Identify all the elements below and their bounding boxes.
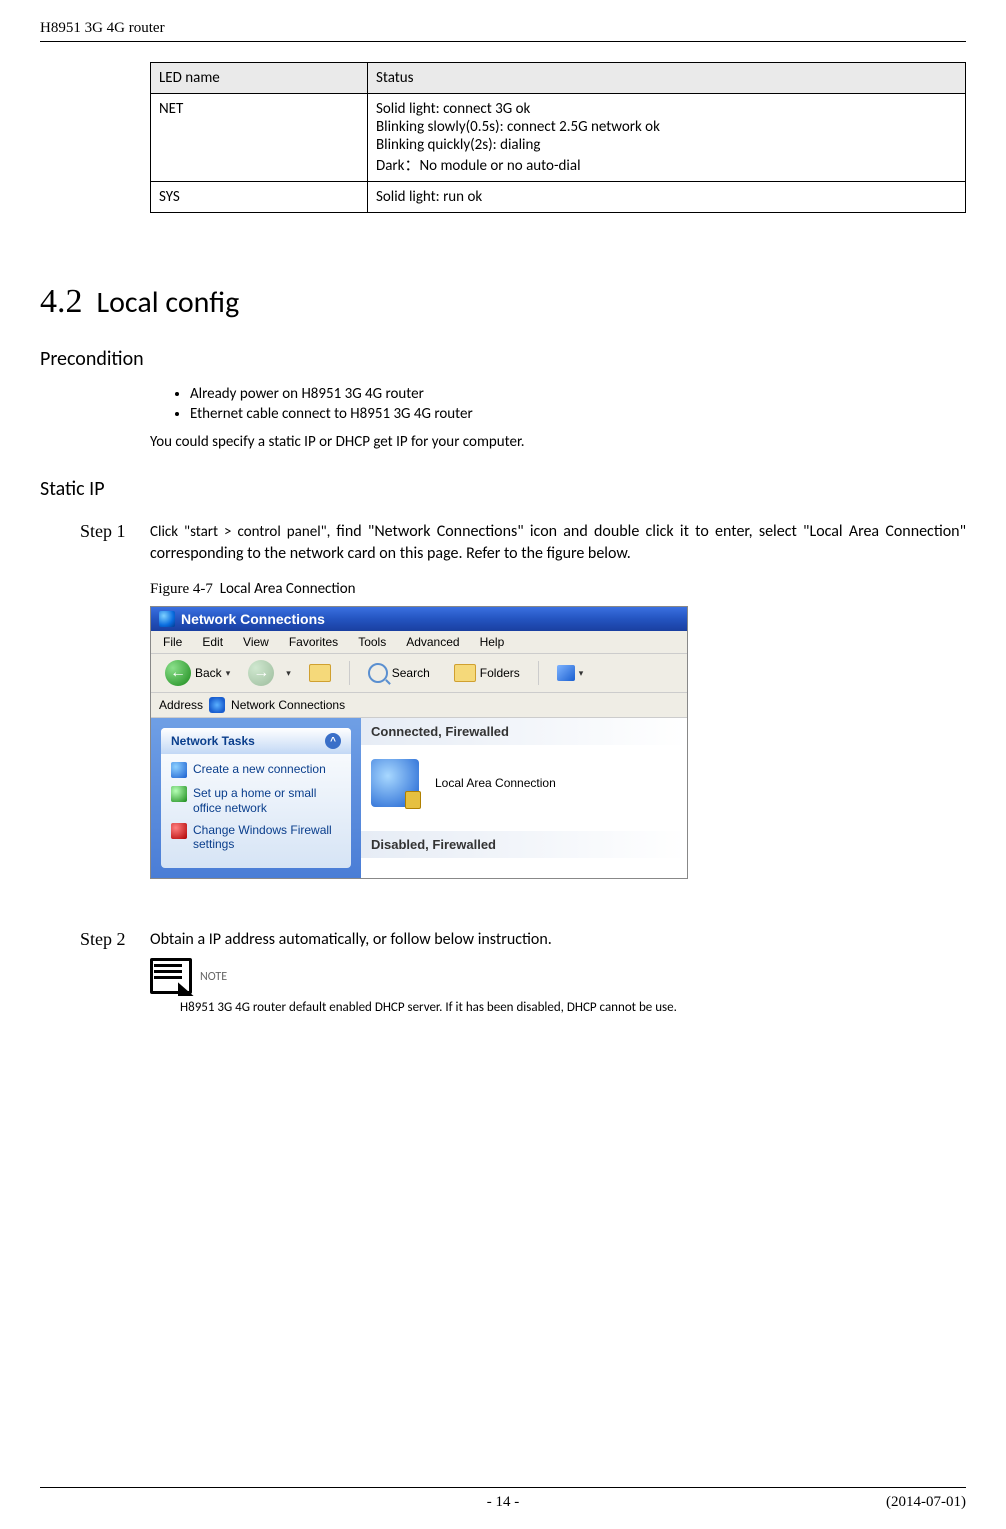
toolbar-separator xyxy=(349,661,350,685)
section-number: 4.2 xyxy=(40,283,83,321)
folder-icon xyxy=(454,664,476,682)
status-line: Blinking slowly(0.5s): connect 2.5G netw… xyxy=(376,118,957,136)
back-label: Back xyxy=(195,666,222,680)
menu-bar: File Edit View Favorites Tools Advanced … xyxy=(151,631,687,654)
td-status-sys: Solid light: run ok xyxy=(368,182,966,213)
section-heading: 4.2 Local config xyxy=(40,283,966,321)
static-ip-heading: Static IP xyxy=(40,477,966,501)
chevron-down-icon: ▾ xyxy=(286,668,291,679)
list-item: Ethernet cable connect to H8951 3G 4G ro… xyxy=(190,405,966,423)
figure-caption: Figure 4-7 Local Area Connection xyxy=(150,580,966,598)
task-setup-network[interactable]: Set up a home or small office network xyxy=(171,786,341,815)
wizard-icon xyxy=(171,762,187,778)
network-connections-window: Network Connections File Edit View Favor… xyxy=(150,606,688,879)
list-item: Already power on H8951 3G 4G router xyxy=(190,385,966,403)
menu-view[interactable]: View xyxy=(243,635,269,649)
connections-list: Connected, Firewalled Local Area Connect… xyxy=(361,718,687,878)
group-connected: Connected, Firewalled xyxy=(361,718,687,745)
footer-page-number: - 14 - xyxy=(40,1494,966,1511)
lan-label: Local Area Connection xyxy=(435,776,556,790)
chevron-down-icon: ▾ xyxy=(226,668,231,679)
window-titlebar[interactable]: Network Connections xyxy=(151,607,687,631)
views-icon xyxy=(557,665,575,681)
lan-icon xyxy=(371,759,419,807)
th-status: Status xyxy=(368,63,966,94)
menu-file[interactable]: File xyxy=(163,635,182,649)
search-icon xyxy=(368,663,388,683)
toolbar: ← Back ▾ → ▾ Search Folders xyxy=(151,654,687,693)
task-label: Create a new connection xyxy=(193,762,326,776)
address-icon xyxy=(209,697,225,713)
figure-label: Figure 4-7 xyxy=(150,581,213,597)
window-title: Network Connections xyxy=(181,611,325,627)
tasks-panel: Network Tasks ^ Create a new connection … xyxy=(151,718,361,878)
menu-favorites[interactable]: Favorites xyxy=(289,635,338,649)
task-label: Set up a home or small office network xyxy=(193,786,341,815)
task-firewall-settings[interactable]: Change Windows Firewall settings xyxy=(171,823,341,852)
collapse-icon[interactable]: ^ xyxy=(325,733,341,749)
address-value[interactable]: Network Connections xyxy=(231,698,345,712)
note-icon-box: NOTE xyxy=(150,958,966,996)
td-status-net: Solid light: connect 3G ok Blinking slow… xyxy=(368,94,966,182)
td-led-sys: SYS xyxy=(151,182,368,213)
page-footer: - 14 - (2014-07-01) xyxy=(40,1487,966,1511)
status-line: Solid light: connect 3G ok xyxy=(376,100,957,118)
status-line: Dark：No module or no auto-dial xyxy=(376,154,957,175)
menu-advanced[interactable]: Advanced xyxy=(406,635,459,649)
note-book-icon xyxy=(150,958,194,996)
td-led-net: NET xyxy=(151,94,368,182)
step1-label: Step 1 xyxy=(80,521,138,542)
th-led-name: LED name xyxy=(151,63,368,94)
local-area-connection-item[interactable]: Local Area Connection xyxy=(361,745,687,831)
group-disabled: Disabled, Firewalled xyxy=(361,831,687,858)
note-text: H8951 3G 4G router default enabled DHCP … xyxy=(180,1000,966,1015)
step2-body: Obtain a IP address automatically, or fo… xyxy=(150,929,552,951)
network-setup-icon xyxy=(171,786,187,802)
led-status-table: LED name Status NET Solid light: connect… xyxy=(150,62,966,213)
menu-tools[interactable]: Tools xyxy=(358,635,386,649)
section-title: Local config xyxy=(97,284,240,321)
forward-button[interactable]: → xyxy=(248,660,274,686)
folders-label: Folders xyxy=(480,666,520,680)
back-arrow-icon: ← xyxy=(165,660,191,686)
menu-help[interactable]: Help xyxy=(480,635,505,649)
chevron-down-icon: ▾ xyxy=(579,668,584,679)
up-button[interactable] xyxy=(303,662,337,684)
step1-body-a: Click "start > control panel", xyxy=(150,523,336,541)
step2-label: Step 2 xyxy=(80,929,138,950)
doc-header: H8951 3G 4G router xyxy=(40,20,966,42)
shield-icon xyxy=(171,823,187,839)
search-button[interactable]: Search xyxy=(362,661,436,685)
folders-button[interactable]: Folders xyxy=(448,662,526,684)
precondition-list: Already power on H8951 3G 4G router Ethe… xyxy=(190,385,966,423)
step1-body: Click "start > control panel", find "Net… xyxy=(150,521,966,564)
tasks-head-label: Network Tasks xyxy=(171,734,255,748)
task-label: Change Windows Firewall settings xyxy=(193,823,341,852)
back-button[interactable]: ← Back ▾ xyxy=(159,658,236,688)
menu-edit[interactable]: Edit xyxy=(202,635,223,649)
views-button[interactable]: ▾ xyxy=(551,663,590,683)
toolbar-separator xyxy=(538,661,539,685)
search-label: Search xyxy=(392,666,430,680)
window-icon xyxy=(159,611,175,627)
folder-up-icon xyxy=(309,664,331,682)
address-bar: Address Network Connections xyxy=(151,693,687,718)
address-label: Address xyxy=(159,698,203,712)
tasks-panel-header[interactable]: Network Tasks ^ xyxy=(161,728,351,754)
note-label: NOTE xyxy=(200,970,227,984)
precondition-heading: Precondition xyxy=(40,347,966,371)
precondition-body: You could specify a static IP or DHCP ge… xyxy=(150,433,966,451)
task-create-connection[interactable]: Create a new connection xyxy=(171,762,341,778)
status-line: Solid light: run ok xyxy=(376,188,957,206)
status-line: Blinking quickly(2s): dialing xyxy=(376,136,957,154)
figure-title: Local Area Connection xyxy=(220,580,356,598)
